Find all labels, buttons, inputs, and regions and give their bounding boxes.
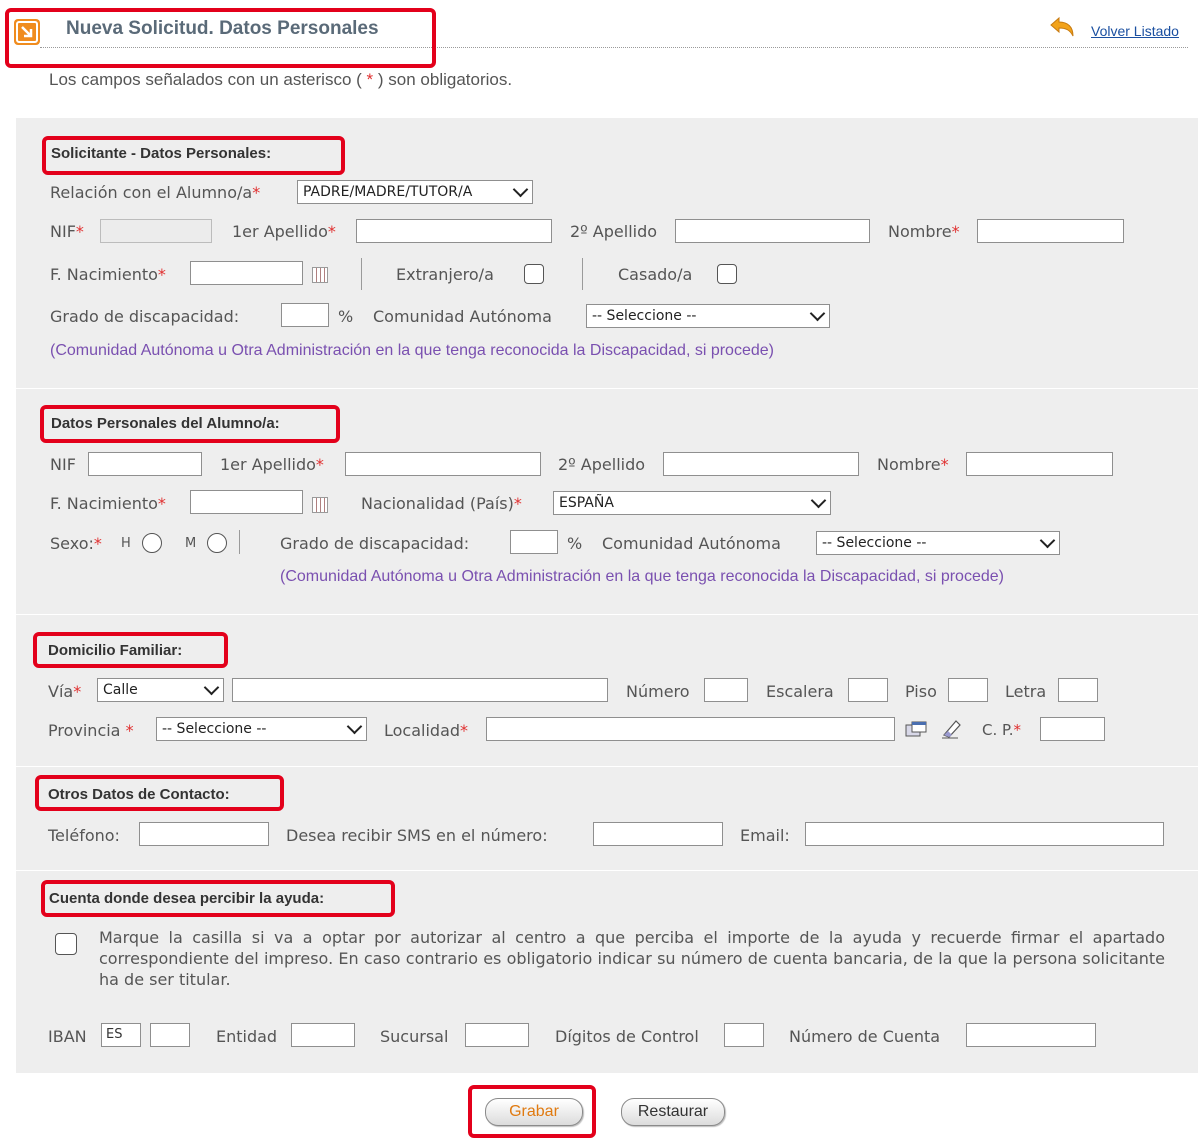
chevron-down-icon (346, 718, 363, 735)
alumno-comunidad-label: Comunidad Autónoma (602, 534, 781, 553)
alumno-comunidad-note: (Comunidad Autónoma u Otra Administració… (280, 568, 1004, 585)
solicitante-apellido2-label: 2º Apellido (570, 222, 658, 241)
iban-label: IBAN (48, 1027, 87, 1046)
chevron-down-icon (1039, 532, 1056, 549)
cp-input[interactable] (1040, 717, 1105, 741)
alumno-comunidad-select[interactable]: -- Seleccione -- (816, 531, 1060, 555)
via-nombre-input[interactable] (232, 678, 608, 702)
iban-check-input[interactable] (150, 1023, 190, 1047)
digitos-input[interactable] (724, 1023, 764, 1047)
solicitante-nif-input[interactable] (100, 219, 212, 243)
required-fields-note: Los campos señalados con un asterisco ( … (49, 70, 513, 89)
sexo-m-label: M (185, 536, 197, 551)
alumno-discapacidad-input[interactable] (510, 530, 558, 554)
alumno-apellido1-label: 1er Apellido* (220, 455, 324, 474)
chevron-down-icon (809, 305, 826, 322)
letra-input[interactable] (1058, 678, 1098, 702)
relacion-select[interactable]: PADRE/MADRE/TUTOR/A (297, 180, 533, 204)
piso-label: Piso (905, 682, 937, 701)
entidad-label: Entidad (216, 1027, 278, 1046)
sms-input[interactable] (593, 822, 723, 846)
solicitante-nombre-input[interactable] (977, 219, 1124, 243)
iban-country-input[interactable]: ES (101, 1023, 141, 1047)
via-label: Vía* (48, 682, 82, 701)
autorizar-centro-checkbox[interactable] (55, 933, 77, 955)
numero-cuenta-label: Número de Cuenta (789, 1027, 941, 1046)
percent-label: % (567, 534, 583, 553)
alumno-nacimiento-label: F. Nacimiento* (50, 494, 166, 513)
letra-label: Letra (1005, 682, 1047, 701)
casado-checkbox[interactable] (717, 264, 737, 284)
alumno-nacimiento-input[interactable] (190, 490, 303, 514)
chevron-down-icon (203, 679, 220, 696)
alumno-nif-input[interactable] (88, 452, 202, 476)
numero-label: Número (626, 682, 690, 701)
numero-input[interactable] (704, 678, 748, 702)
alumno-nif-label: NIF (50, 455, 76, 474)
provincia-label: Provincia * (48, 721, 134, 740)
search-window-icon[interactable] (905, 721, 927, 737)
telefono-label: Teléfono: (48, 826, 120, 845)
extranjero-label: Extranjero/a (396, 265, 494, 284)
nacionalidad-label: Nacionalidad (País)* (361, 494, 522, 513)
alumno-apellido2-label: 2º Apellido (558, 455, 646, 474)
alumno-nombre-input[interactable] (966, 452, 1113, 476)
localidad-input[interactable] (486, 717, 895, 741)
entidad-input[interactable] (291, 1023, 355, 1047)
alumno-apellido2-input[interactable] (663, 452, 859, 476)
escalera-label: Escalera (766, 682, 834, 701)
sucursal-label: Sucursal (380, 1027, 449, 1046)
calendar-icon[interactable] (312, 267, 328, 283)
solicitante-apellido2-input[interactable] (675, 219, 870, 243)
provincia-select[interactable]: -- Seleccione -- (156, 717, 367, 741)
solicitante-nif-label: NIF* (50, 222, 84, 241)
solicitante-nombre-label: Nombre* (888, 222, 960, 241)
eraser-icon[interactable] (940, 717, 962, 739)
cp-label: C. P.* (982, 721, 1021, 739)
relacion-label: Relación con el Alumno/a* (50, 183, 261, 202)
nacionalidad-select[interactable]: ESPAÑA (553, 491, 831, 515)
extranjero-checkbox[interactable] (524, 264, 544, 284)
via-select[interactable]: Calle (97, 678, 224, 702)
solicitante-apellido1-label: 1er Apellido* (232, 222, 336, 241)
casado-label: Casado/a (618, 265, 693, 284)
solicitante-comunidad-note: (Comunidad Autónoma u Otra Administració… (50, 342, 774, 359)
autorizar-centro-text: Marque la casilla si va a optar por auto… (99, 928, 1165, 989)
sms-label: Desea recibir SMS en el número: (286, 826, 548, 845)
sucursal-input[interactable] (465, 1023, 529, 1047)
piso-input[interactable] (948, 678, 988, 702)
calendar-icon[interactable] (312, 497, 328, 513)
solicitante-comunidad-select[interactable]: -- Seleccione -- (586, 304, 830, 328)
sexo-label: Sexo:* (50, 534, 102, 553)
solicitante-nacimiento-input[interactable] (190, 261, 303, 285)
solicitante-apellido1-input[interactable] (356, 219, 552, 243)
solicitante-discapacidad-label: Grado de discapacidad: (50, 307, 240, 326)
email-input[interactable] (805, 822, 1164, 846)
volver-listado-link[interactable]: Volver Listado (1091, 23, 1179, 39)
percent-label: % (338, 307, 354, 326)
chevron-down-icon (810, 492, 827, 509)
digitos-label: Dígitos de Control (555, 1027, 699, 1046)
back-arrow-icon[interactable] (1048, 16, 1076, 38)
chevron-down-icon (512, 181, 529, 198)
sexo-h-label: H (121, 536, 131, 551)
numero-cuenta-input[interactable] (966, 1023, 1096, 1047)
solicitante-discapacidad-input[interactable] (281, 303, 329, 327)
alumno-apellido1-input[interactable] (345, 452, 541, 476)
localidad-label: Localidad* (384, 721, 469, 740)
solicitante-nacimiento-label: F. Nacimiento* (50, 265, 166, 284)
escalera-input[interactable] (848, 678, 888, 702)
telefono-input[interactable] (139, 822, 269, 846)
sexo-h-radio[interactable] (142, 533, 162, 553)
sexo-m-radio[interactable] (207, 533, 227, 553)
solicitante-comunidad-label: Comunidad Autónoma (373, 307, 552, 326)
alumno-discapacidad-label: Grado de discapacidad: (280, 534, 470, 553)
email-label: Email: (740, 826, 790, 845)
alumno-nombre-label: Nombre* (877, 455, 949, 474)
restaurar-button[interactable]: Restaurar (621, 1098, 725, 1126)
